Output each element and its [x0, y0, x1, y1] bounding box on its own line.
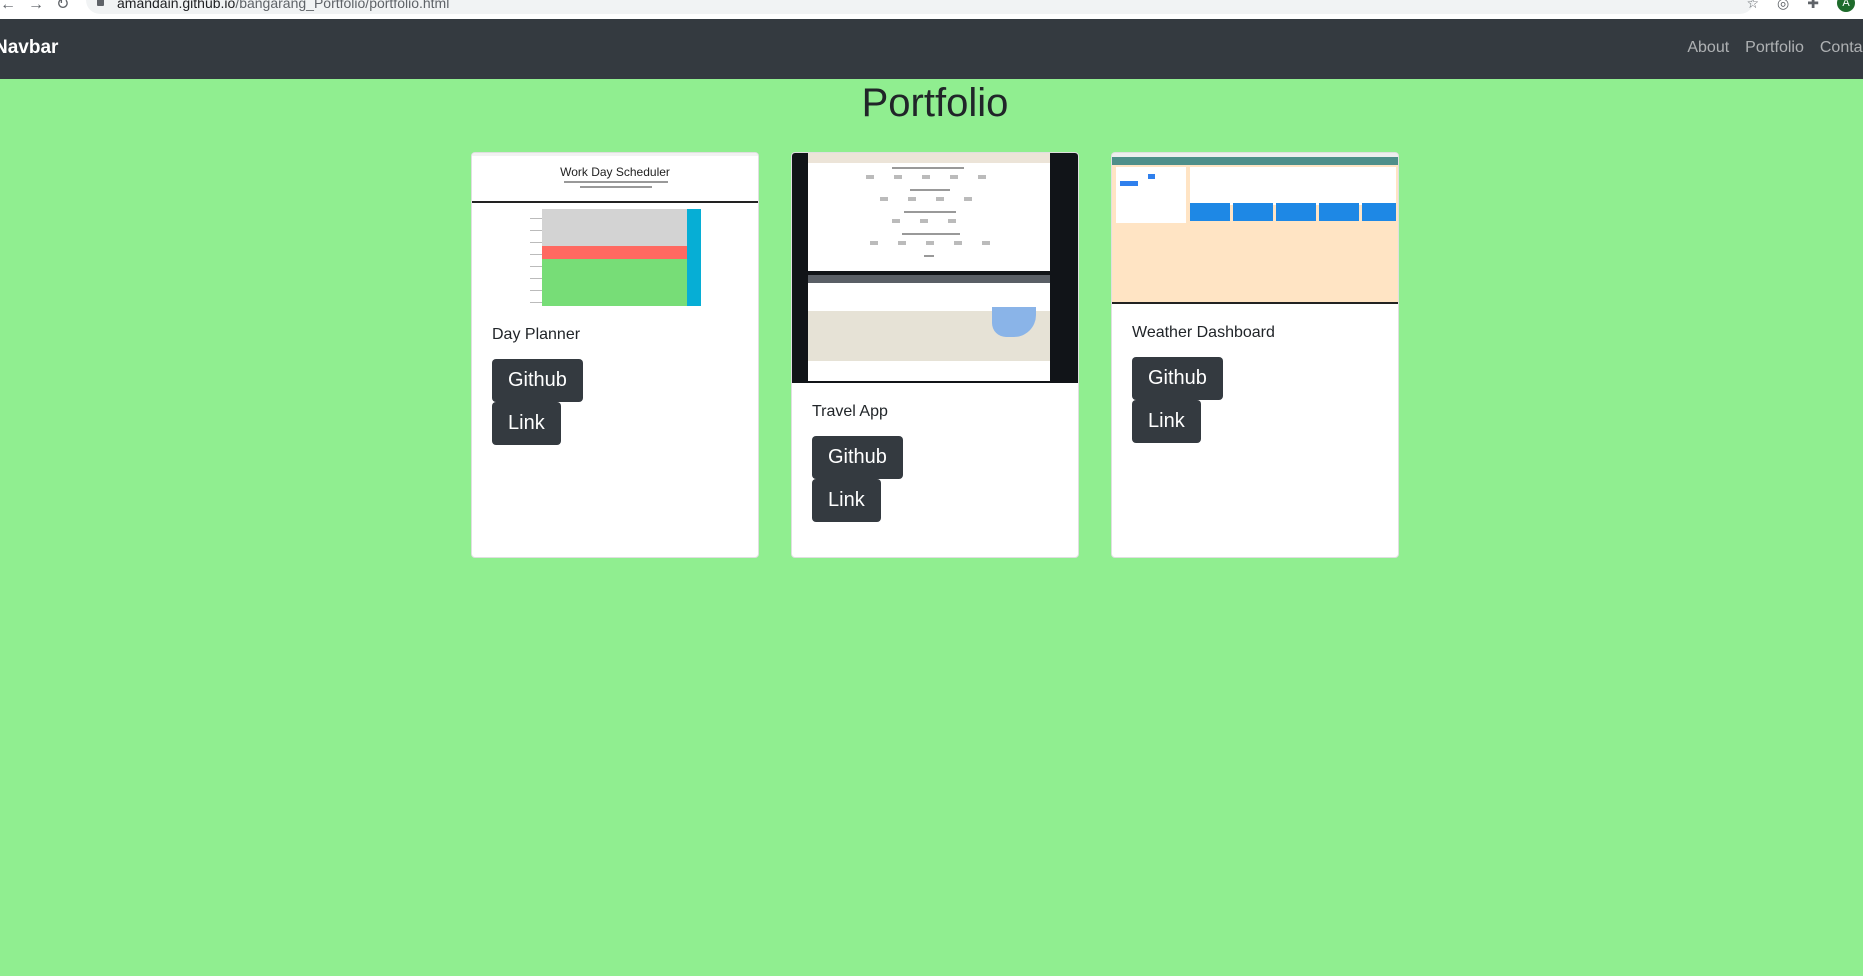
browser-toolbar: ← → ↻ amandain.github.io/bangarang_Portfol… — [0, 0, 1863, 19]
bookmark-star-icon[interactable]: ☆ — [1746, 0, 1759, 12]
project-card-travel-app: Travel App Github Link — [791, 152, 1079, 558]
nav-link-contact[interactable]: Contact — [1820, 39, 1863, 57]
thumbnail-heading: Work Day Scheduler — [560, 165, 670, 179]
url-path: /bangarang_Portfolio/portfolio.html — [235, 0, 450, 11]
project-screenshot-weather-dashboard — [1112, 153, 1398, 304]
reload-icon[interactable]: ↻ — [56, 0, 69, 13]
project-card-weather-dashboard: Weather Dashboard Github Link — [1111, 152, 1399, 558]
project-screenshot-travel-app — [792, 153, 1078, 383]
link-button[interactable]: Link — [1132, 400, 1201, 443]
url-host: amandain.github.io — [117, 0, 236, 11]
back-arrow-icon[interactable]: ← — [0, 0, 16, 13]
nav-link-about[interactable]: About — [1687, 39, 1729, 57]
github-button[interactable]: Github — [492, 359, 583, 402]
card-title: Day Planner — [492, 326, 581, 343]
profile-avatar[interactable]: A — [1837, 0, 1855, 12]
nav-link-portfolio[interactable]: Portfolio — [1745, 39, 1804, 57]
card-body: Weather Dashboard Github Link — [1112, 304, 1398, 463]
card-title: Weather Dashboard — [1132, 324, 1275, 341]
card-title: Travel App — [812, 403, 888, 420]
main-content: Portfolio Work Day Scheduler Day Planner… — [0, 79, 1863, 976]
page-title: Portfolio — [861, 81, 1009, 125]
browser-actions: ☆ ◎ ✚ A — [1746, 0, 1855, 12]
navbar-brand[interactable]: Navbar — [0, 37, 58, 59]
link-button[interactable]: Link — [812, 479, 881, 522]
card-body: Travel App Github Link — [792, 383, 1078, 542]
nav-links: About Portfolio Contact — [1687, 39, 1863, 57]
browser-nav-controls: ← → ↻ — [0, 0, 81, 14]
extension-icon[interactable]: ◎ — [1777, 0, 1789, 12]
link-button[interactable]: Link — [492, 402, 561, 445]
project-screenshot-day-planner: Work Day Scheduler — [472, 153, 758, 306]
lock-icon[interactable] — [97, 0, 104, 6]
card-body: Day Planner Github Link — [472, 306, 758, 465]
project-card-day-planner: Work Day Scheduler Day Planner Github Li… — [471, 152, 759, 558]
navbar: Navbar About Portfolio Contact — [0, 19, 1863, 79]
github-button[interactable]: Github — [1132, 357, 1223, 400]
address-bar-url[interactable]: amandain.github.io/bangarang_Portfolio/p… — [117, 0, 449, 11]
forward-arrow-icon[interactable]: → — [28, 0, 44, 13]
puzzle-icon[interactable]: ✚ — [1807, 0, 1819, 12]
github-button[interactable]: Github — [812, 436, 903, 479]
